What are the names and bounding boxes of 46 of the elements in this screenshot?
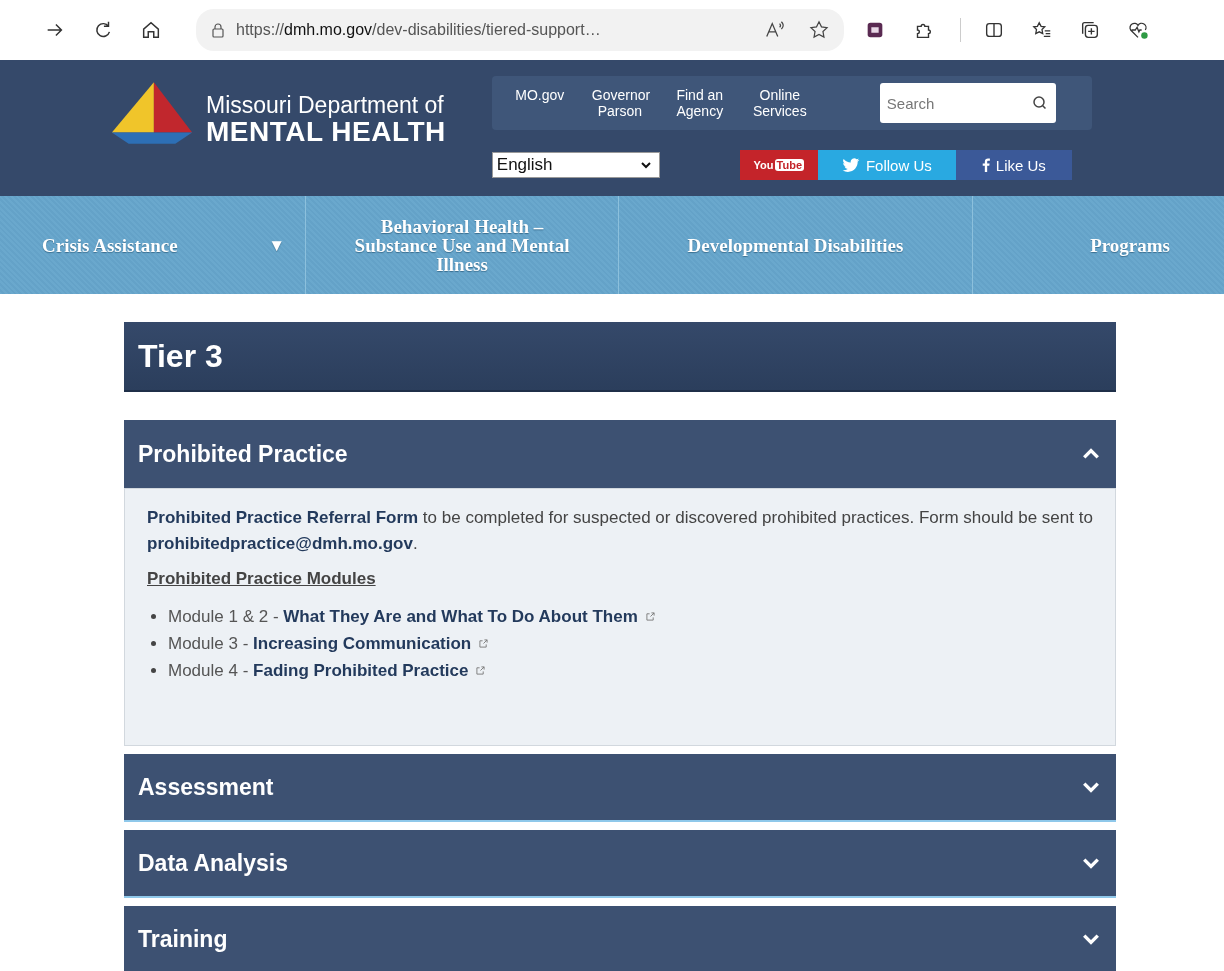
external-link-icon — [645, 612, 655, 621]
chevron-down-icon — [1082, 781, 1100, 793]
chevron-down-icon — [1082, 857, 1100, 869]
link[interactable]: prohibitedpractice@dmh.mo.gov — [147, 534, 413, 553]
triangle-logo-icon — [110, 80, 194, 146]
bullet-icon — [151, 641, 156, 646]
external-link-icon — [479, 639, 489, 648]
collections-icon[interactable] — [1079, 19, 1101, 41]
search-field[interactable]: Search — [879, 83, 1056, 123]
chevron-up-icon — [1082, 448, 1100, 460]
external-link-icon — [476, 666, 486, 675]
modules-heading: Prohibited Practice Modules — [147, 569, 376, 589]
module-label: Module 3 - — [168, 633, 250, 655]
logo-text: Missouri Department of — [206, 92, 445, 118]
like-button[interactable]: Like Us — [955, 150, 1072, 180]
lock-icon — [210, 22, 226, 38]
accordion-header[interactable]: Data Analysis — [124, 830, 1116, 898]
caret-icon: ▼ — [268, 235, 285, 255]
module-link[interactable]: What They Are and What To Do About Them — [283, 603, 638, 630]
accordion-header[interactable]: Prohibited Practice — [124, 420, 1116, 488]
accordion-header[interactable]: Assessment — [124, 754, 1116, 822]
page-title: Tier 3 — [124, 322, 1116, 392]
utility-link[interactable]: Online Services — [751, 87, 808, 119]
chevron-down-icon — [640, 161, 651, 169]
language-select[interactable]: English — [491, 152, 660, 178]
address-bar[interactable]: https://dmh.mo.gov/dev-disabilities/tiered-support… — [196, 9, 844, 51]
home-icon[interactable] — [140, 19, 162, 41]
utility-link[interactable]: MO.gov — [511, 87, 568, 119]
utility-link[interactable]: Find an Agency — [671, 87, 728, 119]
bird-icon — [841, 157, 860, 173]
facebook-f-icon — [981, 158, 990, 172]
module-label: Module 4 - — [168, 660, 250, 682]
star-icon[interactable] — [808, 19, 830, 41]
module-link[interactable]: Increasing Communication — [253, 630, 472, 657]
module-label: Module 1 & 2 - — [168, 606, 280, 628]
referral-paragraph: Prohibited Practice Referral Form to be completed for suspected or discovered prohibited practices. Form should be sent to prohibitedpractice@dmh.mo.gov. — [147, 507, 1093, 555]
link[interactable]: Prohibited Practice Referral Form — [147, 508, 419, 527]
accordion-header[interactable]: Training — [124, 906, 1116, 971]
bullet-icon — [151, 614, 156, 619]
chevron-down-icon — [1082, 933, 1100, 945]
utility-link[interactable]: Governor Parson — [591, 87, 648, 119]
youtube-button[interactable]: You Tube — [739, 150, 818, 180]
logo-title: MENTAL HEALTH — [206, 118, 446, 146]
search-icon[interactable] — [1031, 95, 1048, 111]
module-link[interactable]: Fading Prohibited Practice — [253, 657, 469, 684]
bullet-icon — [151, 668, 156, 673]
